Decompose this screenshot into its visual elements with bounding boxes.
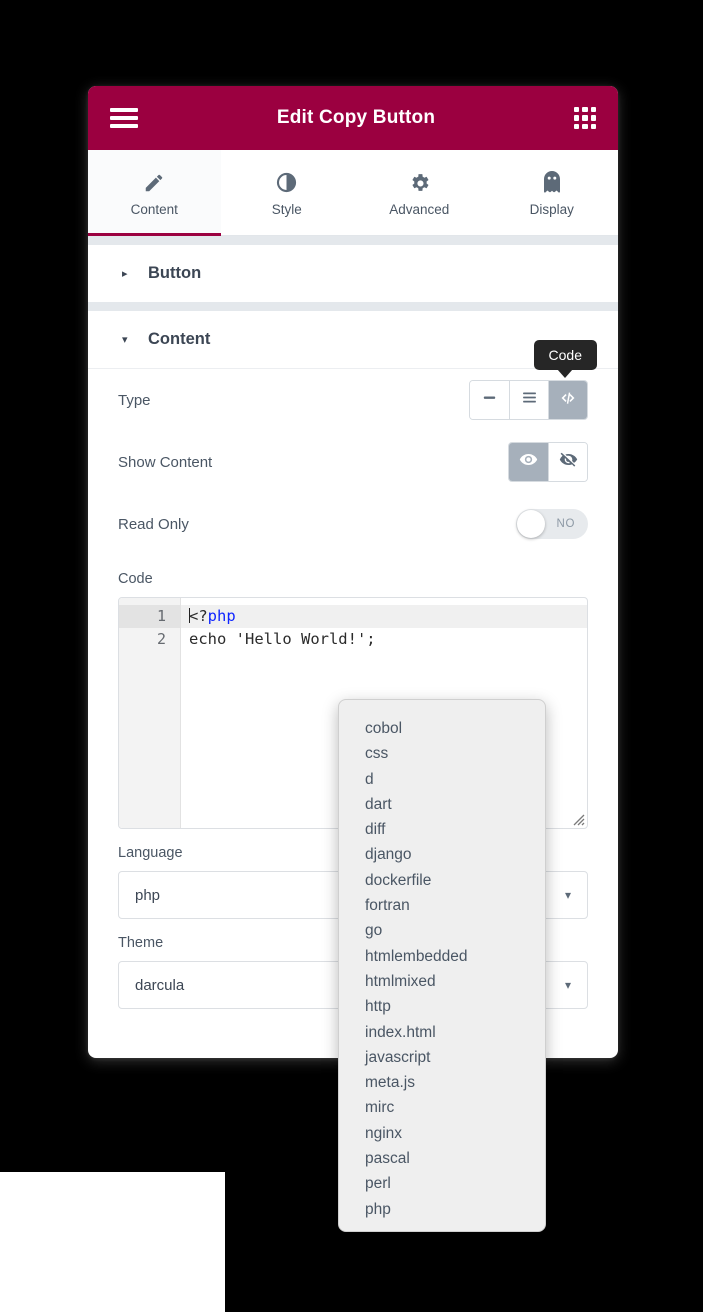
code-line: <?php	[181, 605, 587, 628]
type-option-inline[interactable]	[470, 381, 509, 419]
read-only-label: Read Only	[118, 515, 189, 533]
row-type: Type Code	[118, 340, 597, 431]
tab-label: Display	[529, 202, 574, 217]
section-title: Button	[148, 264, 202, 282]
ghost-icon	[541, 168, 563, 194]
chevron-down-icon: ▾	[564, 978, 571, 992]
type-option-block[interactable]	[509, 381, 548, 419]
resize-handle[interactable]	[569, 810, 585, 826]
contrast-icon	[275, 168, 298, 194]
dropdown-option[interactable]: diff	[365, 817, 545, 842]
dropdown-option[interactable]: dockerfile	[365, 868, 545, 893]
show-content-option-hide[interactable]	[548, 443, 587, 481]
screen-root: Edit Copy Button Content Style Advanced …	[0, 0, 703, 1312]
code-token: echo 'Hello World!';	[189, 630, 376, 648]
tab-label: Advanced	[389, 202, 450, 217]
language-value: php	[135, 886, 161, 904]
dropdown-option[interactable]: meta.js	[365, 1070, 545, 1095]
chevron-down-icon: ▾	[122, 334, 128, 346]
code-token: <?	[189, 607, 208, 625]
dropdown-option[interactable]: pascal	[365, 1146, 545, 1171]
row-show-content: Show Content	[118, 431, 588, 493]
dropdown-option[interactable]: mirc	[365, 1095, 545, 1120]
dropdown-option[interactable]: perl	[365, 1171, 545, 1196]
code-line: echo 'Hello World!';	[181, 628, 587, 651]
eye-slash-icon	[559, 450, 578, 474]
code-gutter: 1 2	[119, 598, 181, 828]
show-content-choice-group	[508, 442, 588, 482]
dropdown-option[interactable]: htmlmixed	[365, 969, 545, 994]
dropdown-option[interactable]: php	[365, 1197, 545, 1222]
tab-style[interactable]: Style	[221, 150, 354, 235]
theme-value: darcula	[135, 976, 185, 994]
type-choice-group	[469, 380, 588, 420]
background-white-block	[0, 1172, 225, 1312]
dropdown-option[interactable]: nginx	[365, 1121, 545, 1146]
chevron-down-icon: ▾	[564, 888, 571, 902]
dropdown-option[interactable]: javascript	[365, 1045, 545, 1070]
eye-icon	[519, 450, 538, 474]
toggle-state-label: NO	[556, 518, 575, 530]
code-icon	[559, 389, 577, 412]
hamburger-icon[interactable]	[110, 108, 138, 128]
panel-header: Edit Copy Button	[88, 86, 618, 150]
dropdown-option[interactable]: htmlembedded	[365, 944, 545, 969]
language-dropdown-list[interactable]: cobol css d dart diff django dockerfile fortran…	[338, 699, 546, 1232]
show-content-option-show[interactable]	[509, 443, 548, 481]
grid-icon[interactable]	[574, 107, 596, 129]
section-separator	[88, 302, 618, 311]
pencil-icon	[143, 168, 165, 194]
tooltip-code: Code	[533, 340, 597, 378]
dropdown-option[interactable]: css	[365, 741, 545, 766]
type-label: Type	[118, 391, 151, 409]
page-title: Edit Copy Button	[276, 107, 436, 128]
row-read-only: Read Only NO	[118, 493, 588, 555]
dropdown-option[interactable]: dart	[365, 792, 545, 817]
toggle-knob	[517, 510, 545, 538]
line-number: 2	[156, 630, 166, 648]
show-content-label: Show Content	[118, 453, 213, 471]
section-title: Content	[148, 330, 211, 348]
dropdown-option[interactable]: cobol	[365, 716, 545, 741]
tab-content[interactable]: Content	[88, 150, 221, 236]
lines-icon	[521, 389, 538, 411]
gear-icon	[408, 168, 431, 194]
line-number: 1	[119, 605, 180, 628]
code-label: Code	[118, 571, 153, 587]
tab-label: Style	[271, 202, 302, 217]
tab-label: Content	[130, 202, 178, 217]
dropdown-option[interactable]: http	[365, 994, 545, 1019]
chevron-right-icon: ▸	[122, 268, 128, 280]
section-header-button[interactable]: ▸ Button	[88, 245, 618, 302]
type-control: Code	[469, 340, 597, 420]
read-only-toggle[interactable]: NO	[516, 509, 588, 539]
dropdown-option[interactable]: go	[365, 918, 545, 943]
code-keyword-token: php	[207, 607, 236, 625]
tab-display[interactable]: Display	[486, 150, 619, 235]
tab-advanced[interactable]: Advanced	[353, 150, 486, 235]
minus-icon	[481, 389, 498, 411]
dropdown-option[interactable]: d	[365, 767, 545, 792]
dropdown-option[interactable]: fortran	[365, 893, 545, 918]
tab-bar: Content Style Advanced Display	[88, 150, 618, 236]
dropdown-option[interactable]: django	[365, 842, 545, 867]
type-option-code[interactable]	[548, 381, 587, 419]
section-separator	[88, 236, 618, 245]
dropdown-option[interactable]: index.html	[365, 1020, 545, 1045]
